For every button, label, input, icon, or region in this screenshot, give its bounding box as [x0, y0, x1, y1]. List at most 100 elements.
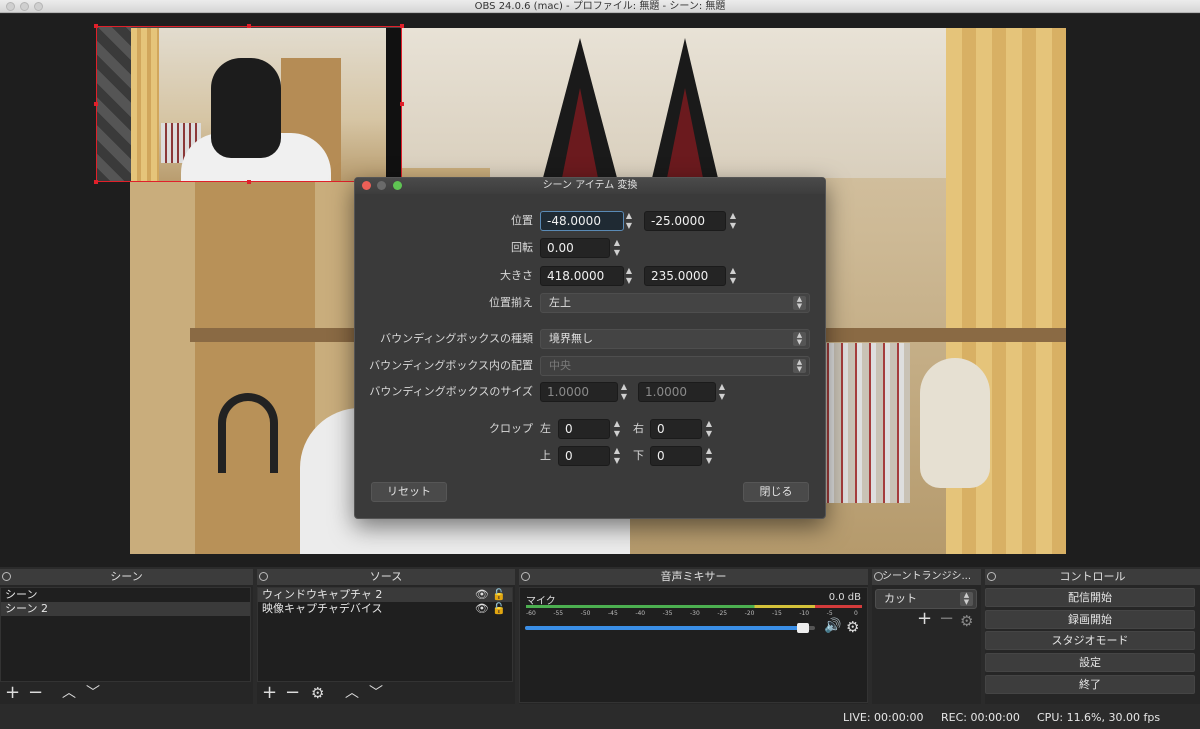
studio-mode-button[interactable]: スタジオモード	[985, 631, 1195, 650]
transition-select[interactable]: カット ▲ ▼	[875, 589, 977, 609]
mixer-panel: マイク 0.0 dB -60 -55 -50 -45 -40 -35 -30 -25 -20 -1…	[519, 587, 868, 703]
volume-slider-handle[interactable]	[797, 623, 810, 633]
add-scene-icon[interactable]: +	[5, 684, 20, 702]
remove-source-icon[interactable]: −	[285, 684, 300, 702]
sources-dock: ソース ウィンドウキャプチャ 2 👁 🔓 映像キャプチャデバイス 👁 🔓 + −…	[257, 569, 515, 704]
meter-ticks: -60 -55 -50 -45 -40 -35 -30 -25 -20 -15 -10 -5 0	[526, 610, 862, 620]
reset-button[interactable]: リセット	[371, 482, 447, 502]
status-bar: LIVE: 00:00:00 REC: 00:00:00 CPU: 11.6%,…	[0, 706, 1200, 729]
move-up-icon[interactable]: ︿	[345, 684, 359, 702]
gear-icon[interactable]: ⚙	[846, 618, 859, 636]
add-source-icon[interactable]: +	[262, 684, 277, 702]
crop-left-input[interactable]: 0	[558, 419, 610, 439]
crop-left-stepper[interactable]: ▲ ▼	[610, 419, 624, 439]
resize-handle-r[interactable]	[400, 102, 404, 106]
scene-headphones	[218, 393, 278, 473]
meter-tick-label: -20	[744, 610, 755, 617]
alignment-select[interactable]: 左上 ▲ ▼	[540, 293, 810, 313]
add-transition-icon[interactable]: +	[917, 610, 932, 628]
move-up-icon[interactable]: ︿	[62, 684, 76, 702]
source-item[interactable]: 映像キャプチャデバイス 👁 🔓	[258, 602, 512, 616]
scene-item[interactable]: シーン	[1, 588, 250, 602]
lock-icon[interactable]: 🔓	[492, 588, 506, 601]
position-y-stepper[interactable]: ▲ ▼	[726, 211, 740, 231]
position-x-input[interactable]: -48.0000	[540, 211, 624, 231]
position-x-stepper[interactable]: ▲ ▼	[622, 211, 636, 231]
crop-bottom-input[interactable]: 0	[650, 446, 702, 466]
mixer-dock: 音声ミキサー マイク 0.0 dB -60 -55 -50 -45 -40 -35 -30-…	[519, 569, 868, 704]
start-streaming-button[interactable]: 配信開始	[985, 588, 1195, 607]
dock-float-icon[interactable]	[987, 572, 996, 581]
eye-icon[interactable]: 👁	[475, 602, 489, 615]
resize-handle-tl[interactable]	[94, 24, 98, 28]
rotation-label: 回転	[511, 241, 533, 254]
dialog-zoom-button[interactable]	[393, 181, 402, 190]
crop-left-label: 左	[540, 422, 551, 435]
sources-list[interactable]: ウィンドウキャプチャ 2 👁 🔓 映像キャプチャデバイス 👁 🔓	[257, 587, 513, 682]
crop-right-stepper[interactable]: ▲ ▼	[702, 419, 716, 439]
transitions-dock: シーントランジシ... カット ▲ ▼ + − ⚙	[872, 569, 981, 704]
controls-dock: コントロール 配信開始 録画開始 スタジオモード 設定 終了	[985, 569, 1200, 704]
size-height-stepper[interactable]: ▲ ▼	[726, 266, 740, 286]
eye-icon[interactable]: 👁	[475, 588, 489, 601]
meter-tick-label: -35	[662, 610, 673, 617]
dock-float-icon[interactable]	[521, 572, 530, 581]
chevron-updown-icon: ▲ ▼	[960, 592, 973, 606]
scene-plush	[920, 358, 990, 488]
selection-bounding-box[interactable]	[96, 26, 402, 182]
remove-transition-icon: −	[939, 608, 955, 629]
resize-handle-t[interactable]	[247, 24, 251, 28]
dialog-minimize-button[interactable]	[377, 181, 386, 190]
start-recording-button[interactable]: 録画開始	[985, 610, 1195, 629]
scene-books	[820, 343, 910, 503]
crop-top-stepper[interactable]: ▲ ▼	[610, 446, 624, 466]
exit-button[interactable]: 終了	[985, 675, 1195, 694]
move-down-icon[interactable]: ﹀	[86, 684, 100, 702]
resize-handle-l[interactable]	[94, 102, 98, 106]
dock-float-icon[interactable]	[259, 572, 268, 581]
bbox-type-value: 境界無し	[549, 332, 593, 345]
scenes-list[interactable]: シーン シーン 2	[0, 587, 251, 682]
source-label: 映像キャプチャデバイス	[262, 602, 383, 615]
scene-item[interactable]: シーン 2	[1, 602, 250, 616]
dock-float-icon[interactable]	[2, 572, 11, 581]
rotation-input[interactable]: 0.00	[540, 238, 610, 258]
close-button[interactable]: 閉じる	[743, 482, 809, 502]
live-timer: LIVE: 00:00:00	[843, 711, 924, 724]
speaker-icon[interactable]: 🔊	[824, 618, 841, 634]
crop-right-input[interactable]: 0	[650, 419, 702, 439]
meter-tick-label: -40	[635, 610, 646, 617]
rotation-stepper[interactable]: ▲ ▼	[610, 238, 624, 258]
volume-slider[interactable]	[525, 623, 815, 633]
position-label: 位置	[511, 214, 533, 227]
meter-bar	[526, 605, 862, 608]
alignment-value: 左上	[549, 296, 571, 309]
size-height-input[interactable]: 235.0000	[644, 266, 726, 286]
gear-icon: ⚙	[960, 612, 974, 630]
move-down-icon[interactable]: ﹀	[369, 684, 383, 702]
position-y-input[interactable]: -25.0000	[644, 211, 726, 231]
size-width-stepper[interactable]: ▲ ▼	[622, 266, 636, 286]
crop-bottom-stepper[interactable]: ▲ ▼	[702, 446, 716, 466]
size-width-input[interactable]: 418.0000	[540, 266, 624, 286]
meter-tick-label: -25	[717, 610, 728, 617]
mixer-level: 0.0 dB	[828, 592, 861, 603]
settings-button[interactable]: 設定	[985, 653, 1195, 672]
sources-toolbar: + − ⚙ ︿ ﹀	[257, 682, 515, 704]
resize-handle-bl[interactable]	[94, 180, 98, 184]
dock-float-icon[interactable]	[874, 572, 883, 581]
crop-top-label: 上	[540, 449, 551, 462]
resize-handle-tr[interactable]	[400, 24, 404, 28]
source-item[interactable]: ウィンドウキャプチャ 2 👁 🔓	[258, 588, 512, 602]
lock-icon[interactable]: 🔓	[492, 602, 506, 615]
dialog-close-button[interactable]	[362, 181, 371, 190]
meter-tick-label: -10	[799, 610, 810, 617]
alignment-label: 位置揃え	[489, 296, 533, 309]
bbox-type-select[interactable]: 境界無し ▲ ▼	[540, 329, 810, 349]
resize-handle-b[interactable]	[247, 180, 251, 184]
crop-top-input[interactable]: 0	[558, 446, 610, 466]
meter-tick-label: -55	[553, 610, 564, 617]
gear-icon[interactable]: ⚙	[311, 684, 324, 702]
remove-scene-icon[interactable]: −	[28, 684, 43, 702]
sources-title: ソース	[369, 570, 403, 583]
